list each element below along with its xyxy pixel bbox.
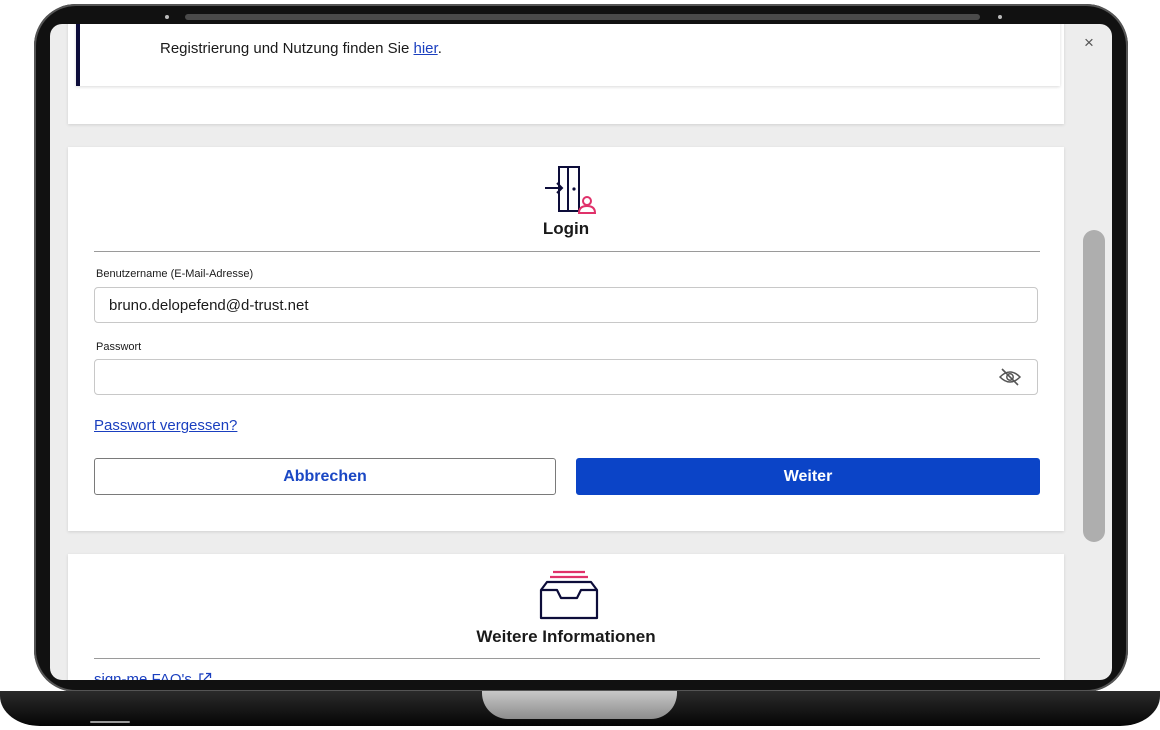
external-link-icon [199, 672, 212, 680]
device-top-highlight [185, 14, 980, 20]
password-label: Passwort [96, 341, 142, 353]
device-camera-dot-right [998, 15, 1002, 19]
device-camera-dot-left [165, 15, 169, 19]
cancel-button[interactable]: Abbrechen [94, 458, 556, 495]
login-divider [94, 251, 1040, 252]
login-card: Login Benutzername (E-Mail-Adresse) Pass… [68, 147, 1064, 531]
inbox-tray-icon [539, 570, 599, 620]
close-icon[interactable]: × [1082, 34, 1096, 51]
login-door-icon [545, 166, 597, 214]
device-base [0, 691, 1160, 726]
login-title: Login [542, 219, 590, 238]
notice-card: Registrierung und Nutzung finden Sie hie… [68, 24, 1064, 124]
device-base-line [90, 721, 130, 723]
password-input[interactable] [94, 359, 1038, 395]
info-divider [94, 658, 1040, 659]
notice-text-prefix: Registrierung und Nutzung finden Sie [160, 40, 414, 57]
notice-link[interactable]: hier [414, 40, 438, 57]
forgot-password-link[interactable]: Passwort vergessen? [94, 417, 237, 434]
username-input[interactable] [94, 287, 1038, 323]
faq-link-label: sign-me FAQ's [94, 671, 192, 680]
device-notch [482, 691, 677, 719]
faq-link[interactable]: sign-me FAQ's [94, 671, 212, 680]
scrollbar-thumb[interactable] [1083, 230, 1105, 542]
notice-box: Registrierung und Nutzung finden Sie hie… [76, 24, 1060, 86]
info-title: Weitere Informationen [476, 627, 656, 646]
info-card: Weitere Informationen sign-me FAQ's [68, 554, 1064, 680]
notice-text-suffix: . [437, 40, 442, 57]
browser-viewport: Registrierung und Nutzung finden Sie hie… [50, 24, 1112, 680]
eye-slash-icon[interactable] [998, 366, 1022, 388]
notice-text: Registrierung und Nutzung finden Sie hie… [160, 40, 442, 57]
next-button[interactable]: Weiter [576, 458, 1040, 495]
username-label: Benutzername (E-Mail-Adresse) [96, 268, 254, 280]
